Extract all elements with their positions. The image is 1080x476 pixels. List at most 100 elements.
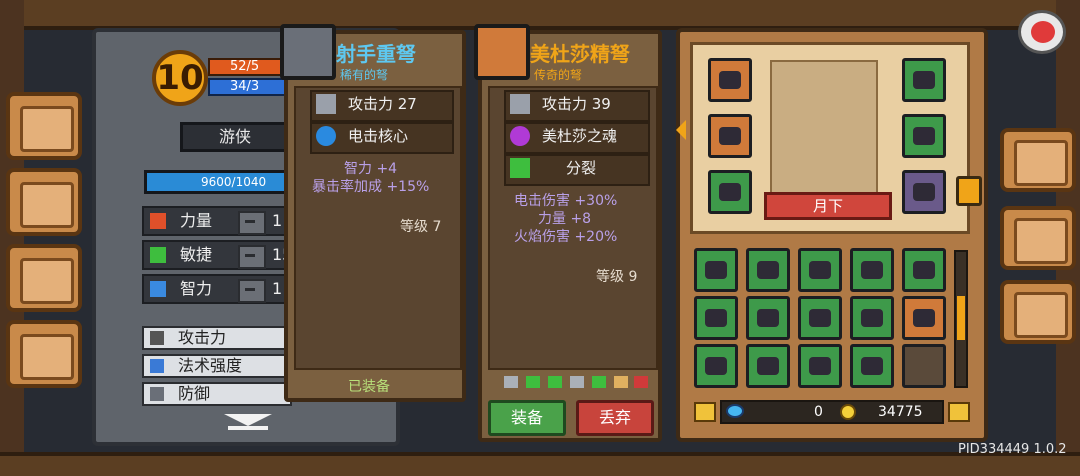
sort-dice-icon[interactable] <box>948 402 970 422</box>
claws-icon <box>809 261 831 279</box>
shield-icon <box>570 376 584 388</box>
close-button[interactable] <box>1018 10 1066 54</box>
sword-icon <box>510 94 530 114</box>
shield-icon <box>150 387 164 401</box>
inventory-slot[interactable] <box>694 248 738 292</box>
selected-grade: 等级 9 <box>596 269 638 285</box>
equipped-line-attack: 攻击力 27 <box>310 90 454 122</box>
currency-bar: 0 34775 <box>720 400 944 424</box>
scroll-thumb[interactable] <box>957 296 965 340</box>
equipped-item-rarity: 稀有的弩 <box>340 68 389 82</box>
inventory-slot[interactable] <box>850 296 894 340</box>
helmet-tab-button[interactable] <box>1000 128 1076 192</box>
crossbow-icon <box>861 309 883 327</box>
wand-icon <box>150 359 164 373</box>
exp-bar: 9600/1040 <box>144 170 294 194</box>
equipped-line-core: 电击核心 <box>310 122 454 154</box>
inventory-slot[interactable] <box>798 248 842 292</box>
selected-item-name: 美杜莎精弩 <box>530 42 630 66</box>
ring-icon <box>719 127 741 145</box>
skills-tab-button[interactable] <box>1000 206 1076 270</box>
coin-icon <box>840 404 856 420</box>
close-icon <box>1031 21 1055 43</box>
selected-bonus-3: 火焰伤害 +20% <box>514 229 618 245</box>
pet-button[interactable] <box>6 244 82 312</box>
gear-icon <box>1014 292 1068 338</box>
selected-item-card: 美杜莎精弩 传奇的弩 攻击力 39 美杜莎之魂 分裂 电击伤害 +30% 力量 … <box>474 24 662 442</box>
lock-icon[interactable] <box>694 402 716 422</box>
inventory-slot[interactable] <box>694 296 738 340</box>
agility-minus-button[interactable] <box>238 245 266 269</box>
inventory-slot-empty[interactable] <box>902 344 946 388</box>
scroll-down-bar <box>228 426 268 430</box>
inventory-slot-selected[interactable] <box>902 296 946 340</box>
inventory-slot[interactable] <box>902 248 946 292</box>
discard-button[interactable]: 丢弃 <box>576 400 654 436</box>
level-badge: 10 <box>152 50 208 106</box>
version-label: PID334449 1.0.2 <box>958 442 1067 457</box>
selected-bonus-2: 力量 +8 <box>538 211 592 227</box>
chest-icon <box>20 182 74 228</box>
crossed-swords-icon <box>1014 218 1068 264</box>
settings-tab-button[interactable] <box>1000 280 1076 344</box>
gem-icon <box>726 404 744 418</box>
equipped-item-name: 射手重弩 <box>336 42 416 66</box>
up-arrow-icon <box>548 376 562 388</box>
inventory-slot[interactable] <box>798 344 842 388</box>
inventory-slot[interactable] <box>746 248 790 292</box>
up-arrow-icon <box>592 376 606 388</box>
bow-icon <box>705 357 727 375</box>
selected-line-soul: 美杜莎之魂 <box>504 122 650 154</box>
boots-icon <box>719 183 741 201</box>
equip-slot-weapon[interactable] <box>902 170 946 214</box>
scroll-icon <box>150 281 166 297</box>
equip-slot-armor[interactable] <box>902 114 946 158</box>
equipped-item-card: 射手重弩 稀有的弩 攻击力 27 电击核心 智力 +4 暴击率加成 +15% 等… <box>280 24 466 402</box>
attr-spell-power: 法术强度 <box>142 354 292 378</box>
strength-minus-button[interactable] <box>238 211 266 235</box>
character-name-ribbon: 月下 <box>764 192 892 220</box>
equip-slot-ring-2[interactable] <box>708 114 752 158</box>
bottom-frame <box>0 452 1080 476</box>
selected-line-split: 分裂 <box>504 154 650 186</box>
hood-icon <box>861 357 883 375</box>
inventory-slot[interactable] <box>694 344 738 388</box>
book-button[interactable] <box>6 92 82 160</box>
boots-icon <box>757 309 779 327</box>
sword-icon <box>504 376 518 388</box>
left-frame <box>0 0 24 476</box>
equip-button[interactable]: 装备 <box>488 400 566 436</box>
inventory-scrollbar[interactable] <box>954 250 968 388</box>
inventory-slot[interactable] <box>746 344 790 388</box>
bookmark-tab[interactable] <box>956 176 982 206</box>
lightning-core-icon <box>316 126 336 146</box>
hat-icon <box>757 261 779 279</box>
inventory-slot[interactable] <box>850 344 894 388</box>
down-arrow-icon <box>634 376 648 388</box>
claws-icon <box>913 261 935 279</box>
inventory-slot[interactable] <box>850 248 894 292</box>
feather-icon <box>150 247 166 263</box>
fist-icon <box>150 213 166 229</box>
chest-button[interactable] <box>6 168 82 236</box>
gold-count: 34775 <box>878 404 923 420</box>
split-arrows-icon <box>510 158 530 178</box>
inventory-slot[interactable] <box>746 296 790 340</box>
intelligence-minus-button[interactable] <box>238 279 266 303</box>
equipped-bonus-2: 暴击率加成 +15% <box>312 179 430 195</box>
character-portrait <box>770 60 878 196</box>
class-name: 游侠 <box>180 122 290 152</box>
equip-slot-ring-1[interactable] <box>708 58 752 102</box>
plus-icon <box>614 376 628 388</box>
selected-line-attack: 攻击力 39 <box>504 90 650 122</box>
selected-item-rarity: 传奇的弩 <box>534 68 583 82</box>
equip-slot-boots[interactable] <box>708 170 752 214</box>
inventory-slot[interactable] <box>798 296 842 340</box>
steering-button[interactable] <box>6 320 82 388</box>
equip-slot-helmet[interactable] <box>902 58 946 102</box>
scroll-down-icon[interactable] <box>224 414 272 426</box>
up-arrow-icon <box>526 376 540 388</box>
paw-icon <box>20 258 74 304</box>
boots-icon <box>705 309 727 327</box>
stat-agility: 敏捷 15 <box>142 240 292 270</box>
